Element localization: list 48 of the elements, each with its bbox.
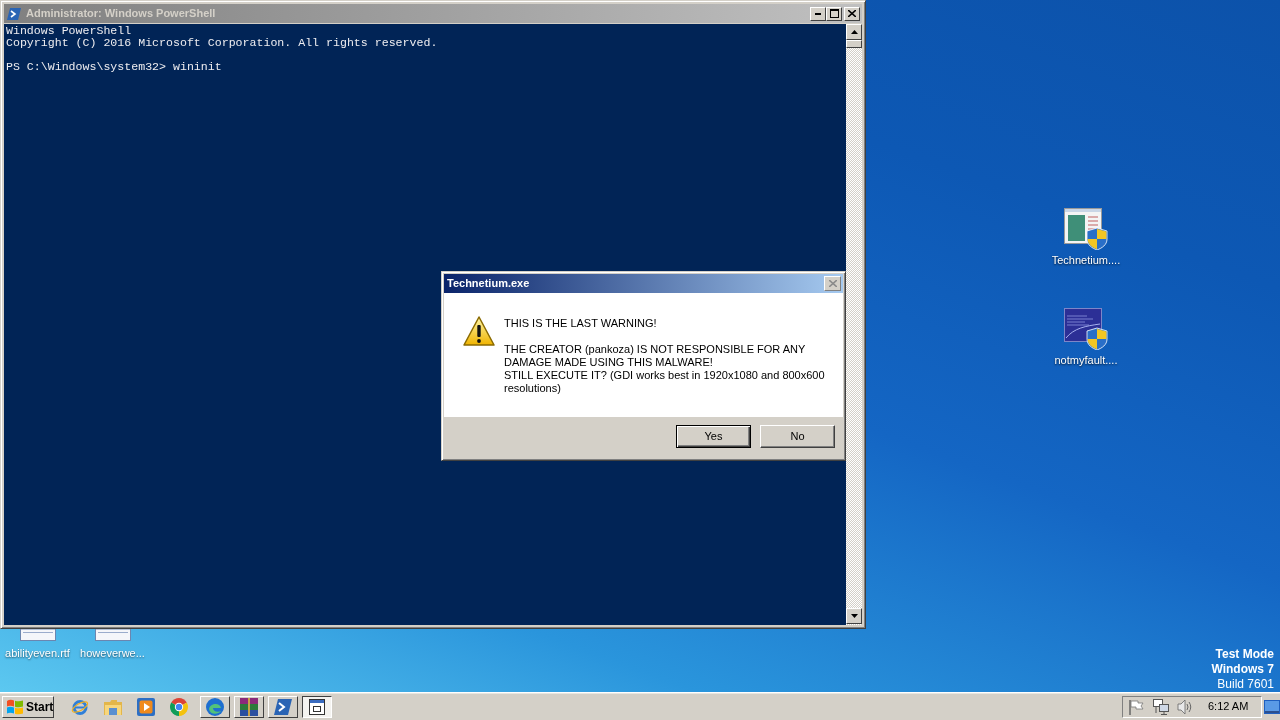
windows-logo-icon — [6, 698, 24, 715]
console-text: Windows PowerShell — [6, 25, 133, 37]
minimize-button[interactable] — [810, 6, 826, 21]
play-icon[interactable] — [137, 697, 155, 716]
books-icon — [240, 697, 258, 716]
close-button[interactable] — [844, 6, 860, 21]
maximize-button[interactable] — [826, 6, 842, 21]
speaker-icon[interactable] — [1177, 698, 1193, 715]
monitor-icon[interactable] — [1264, 699, 1280, 714]
window-title: Administrator: Windows PowerShell — [26, 6, 216, 22]
window-shield-icon[interactable] — [1064, 208, 1108, 250]
taskbar-button[interactable] — [302, 695, 332, 718]
maximize-icon — [829, 9, 839, 18]
message-text: THE CREATOR (pankoza) IS NOT RESPONSIBLE FOR ANY DAMAGE MADE USING THIS MALWARE! — [504, 343, 807, 369]
up-arrow-icon — [850, 30, 858, 34]
document-icon[interactable] — [94, 629, 131, 641]
dialog-button[interactable]: Yes — [676, 425, 751, 448]
scroll-up-button[interactable] — [846, 24, 862, 40]
warning-icon — [463, 316, 495, 346]
window-title: Technetium.exe — [447, 276, 530, 292]
scroll-down-button[interactable] — [846, 608, 862, 624]
clock-time[interactable]: 6:12 AM — [1208, 698, 1249, 715]
flag-icon[interactable] — [1128, 698, 1144, 715]
message-text: THIS IS THE LAST WARNING! — [504, 317, 658, 330]
dialog-button[interactable]: No — [760, 425, 835, 448]
icon-label[interactable]: Technetium.... — [1051, 254, 1121, 267]
start-button[interactable]: Start — [2, 695, 54, 718]
browser-icon[interactable] — [71, 697, 89, 716]
browser-icon — [206, 697, 224, 716]
document-icon[interactable] — [19, 629, 56, 641]
watermark-text: Build 7601 — [1217, 677, 1274, 692]
close-icon — [828, 280, 837, 287]
terminal-icon — [274, 698, 292, 715]
watermark-text: Test Mode — [1215, 647, 1274, 662]
browser-icon[interactable] — [170, 697, 188, 716]
close-icon — [848, 10, 856, 17]
scroll-thumb[interactable] — [846, 40, 862, 48]
down-arrow-icon — [850, 614, 858, 618]
terminal-icon — [7, 7, 21, 20]
window-icon — [309, 698, 325, 715]
screen-shield-icon[interactable] — [1064, 308, 1108, 350]
network-icon[interactable] — [1153, 698, 1169, 715]
icon-label[interactable]: notmyfault.... — [1054, 354, 1118, 367]
watermark-text: Windows 7 — [1211, 662, 1274, 677]
console-text: PS C:\Windows\system32> wininit — [6, 61, 223, 73]
minimize-icon — [815, 12, 821, 15]
message-text: STILL EXECUTE IT? (GDI works best in 1920x1080 and 800x600 resolutions) — [504, 369, 826, 395]
console-text: Copyright (C) 2016 Microsoft Corporation. All rights reserved. — [6, 37, 439, 49]
